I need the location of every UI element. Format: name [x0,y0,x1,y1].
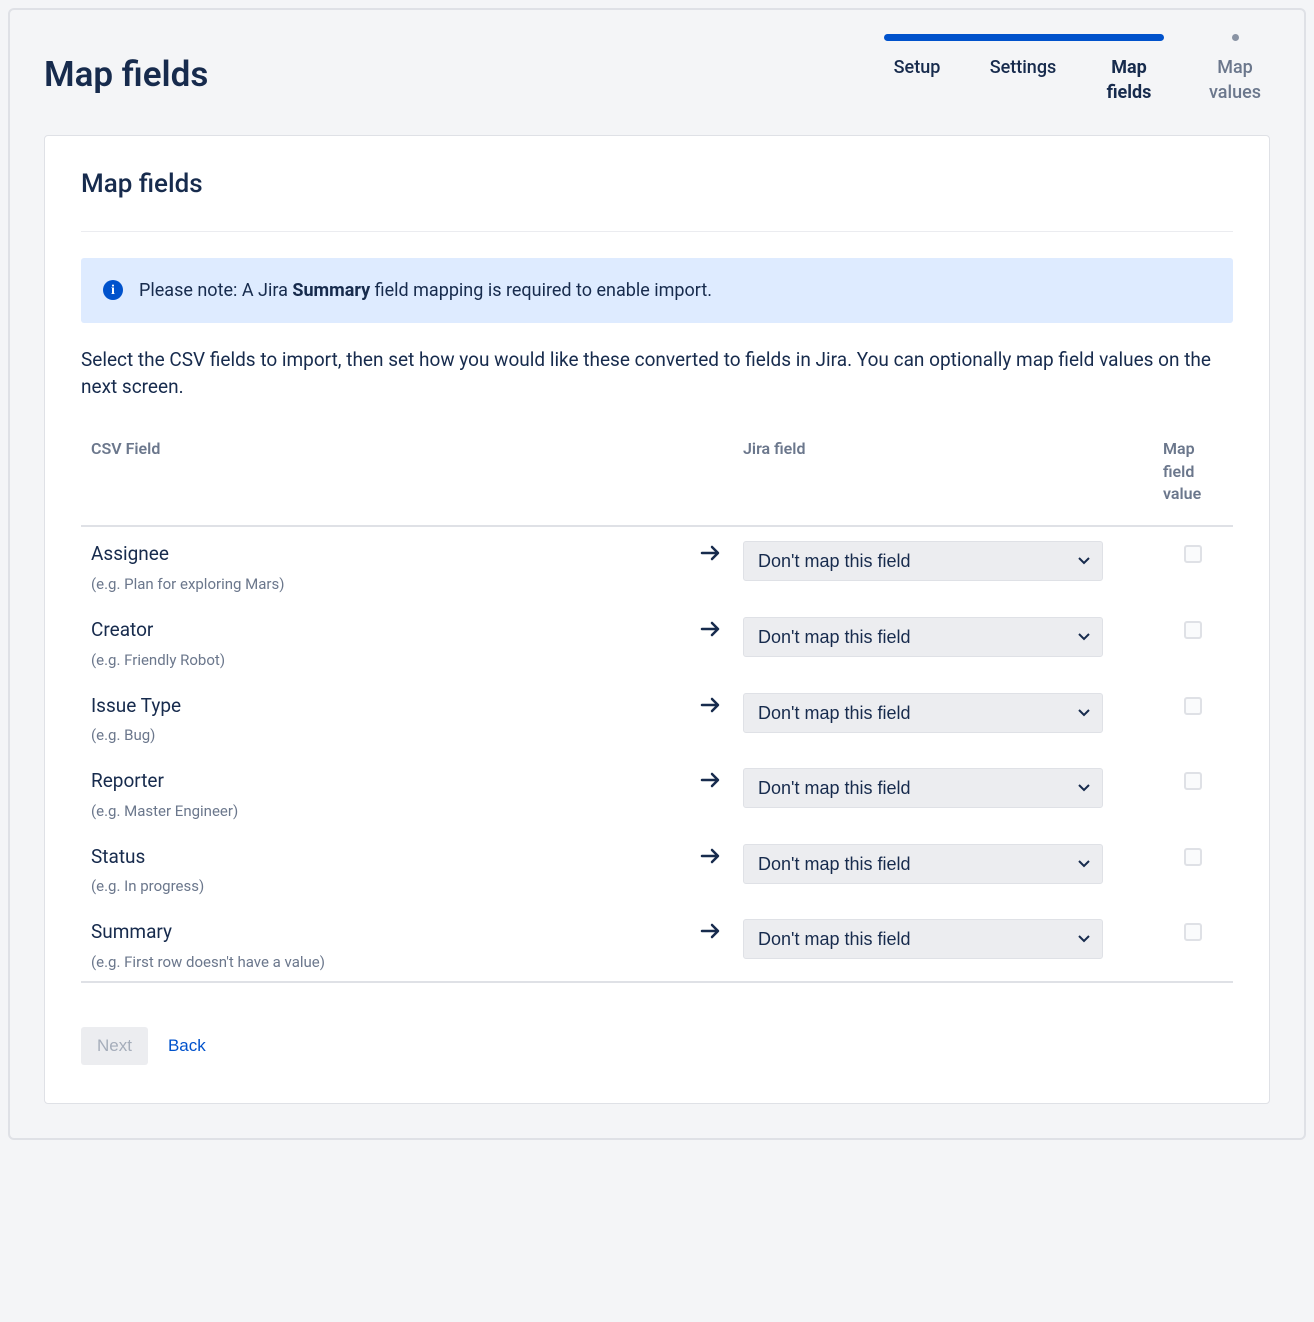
jira-field-select[interactable]: Don't map this field [743,768,1103,808]
csv-field-example: (e.g. Master Engineer) [91,801,679,822]
table-row: Summary (e.g. First row doesn't have a va… [81,905,1233,981]
card-title: Map fields [81,166,1233,202]
next-button[interactable]: Next [81,1027,148,1065]
csv-field-example: (e.g. First row doesn't have a value) [91,952,679,973]
csv-field-name: Status [91,844,679,871]
info-text: Please note: A Jira Summary field mappin… [139,278,712,303]
col-map-value: Map field value [1153,428,1233,526]
map-value-checkbox[interactable] [1184,697,1202,715]
map-value-checkbox[interactable] [1184,848,1202,866]
description-text: Select the CSV fields to import, then se… [81,347,1233,400]
table-row: Reporter (e.g. Master Engineer) Don't map … [81,754,1233,830]
csv-field-name: Creator [91,617,679,644]
csv-field-name: Assignee [91,541,679,568]
jira-field-select[interactable]: Don't map this field [743,541,1103,581]
fields-table: CSV Field Jira field Map field value Ass… [81,428,1233,983]
step-label: Map fields [1107,55,1152,105]
arrow-right-icon [699,846,723,866]
csv-field-example: (e.g. Bug) [91,725,679,746]
table-row: Status (e.g. In progress) Don't map this f… [81,830,1233,906]
back-button[interactable]: Back [168,1036,206,1056]
jira-field-select[interactable]: Don't map this field [743,693,1103,733]
wizard-steps: Setup Settings Map fields Map values [882,34,1270,105]
map-value-checkbox[interactable] [1184,923,1202,941]
step-map-fields[interactable]: Map fields [1094,34,1164,105]
jira-field-select[interactable]: Don't map this field [743,617,1103,657]
progress-bar-icon [884,34,1164,41]
divider [81,231,1233,232]
info-icon: i [103,280,123,300]
arrow-right-icon [699,921,723,941]
table-row: Creator (e.g. Friendly Robot) Don't map th… [81,603,1233,679]
jira-field-select[interactable]: Don't map this field [743,919,1103,959]
step-dot-icon [1232,34,1239,41]
step-label: Settings [990,55,1057,80]
info-suffix: field mapping is required to enable impo… [370,280,712,301]
arrow-right-icon [699,619,723,639]
step-map-values[interactable]: Map values [1200,34,1270,105]
csv-field-example: (e.g. Friendly Robot) [91,650,679,671]
csv-field-name: Reporter [91,768,679,795]
arrow-right-icon [699,695,723,715]
csv-field-name: Issue Type [91,693,679,720]
table-row: Issue Type (e.g. Bug) Don't map this field [81,679,1233,755]
map-value-checkbox[interactable] [1184,545,1202,563]
info-prefix: Please note: A Jira [139,280,292,301]
map-value-checkbox[interactable] [1184,621,1202,639]
col-arrow [689,428,733,526]
info-bold: Summary [292,280,370,301]
map-value-checkbox[interactable] [1184,772,1202,790]
step-label: Map values [1209,55,1261,105]
col-jira-field: Jira field [733,428,1153,526]
step-label: Setup [894,55,941,80]
footer-actions: Next Back [81,1027,1233,1065]
arrow-right-icon [699,770,723,790]
info-panel: i Please note: A Jira Summary field mapp… [81,258,1233,323]
header: Map fields Setup Settings Map fields Map… [44,34,1270,105]
table-row: Assignee (e.g. Plan for exploring Mars) Do… [81,526,1233,603]
jira-field-select[interactable]: Don't map this field [743,844,1103,884]
arrow-right-icon [699,543,723,563]
csv-field-example: (e.g. In progress) [91,876,679,897]
csv-field-name: Summary [91,919,679,946]
col-csv-field: CSV Field [81,428,689,526]
page-title: Map fields [44,34,208,99]
content-card: Map fields i Please note: A Jira Summary… [44,135,1270,1104]
csv-field-example: (e.g. Plan for exploring Mars) [91,574,679,595]
page-wrapper: Map fields Setup Settings Map fields Map… [8,8,1306,1140]
